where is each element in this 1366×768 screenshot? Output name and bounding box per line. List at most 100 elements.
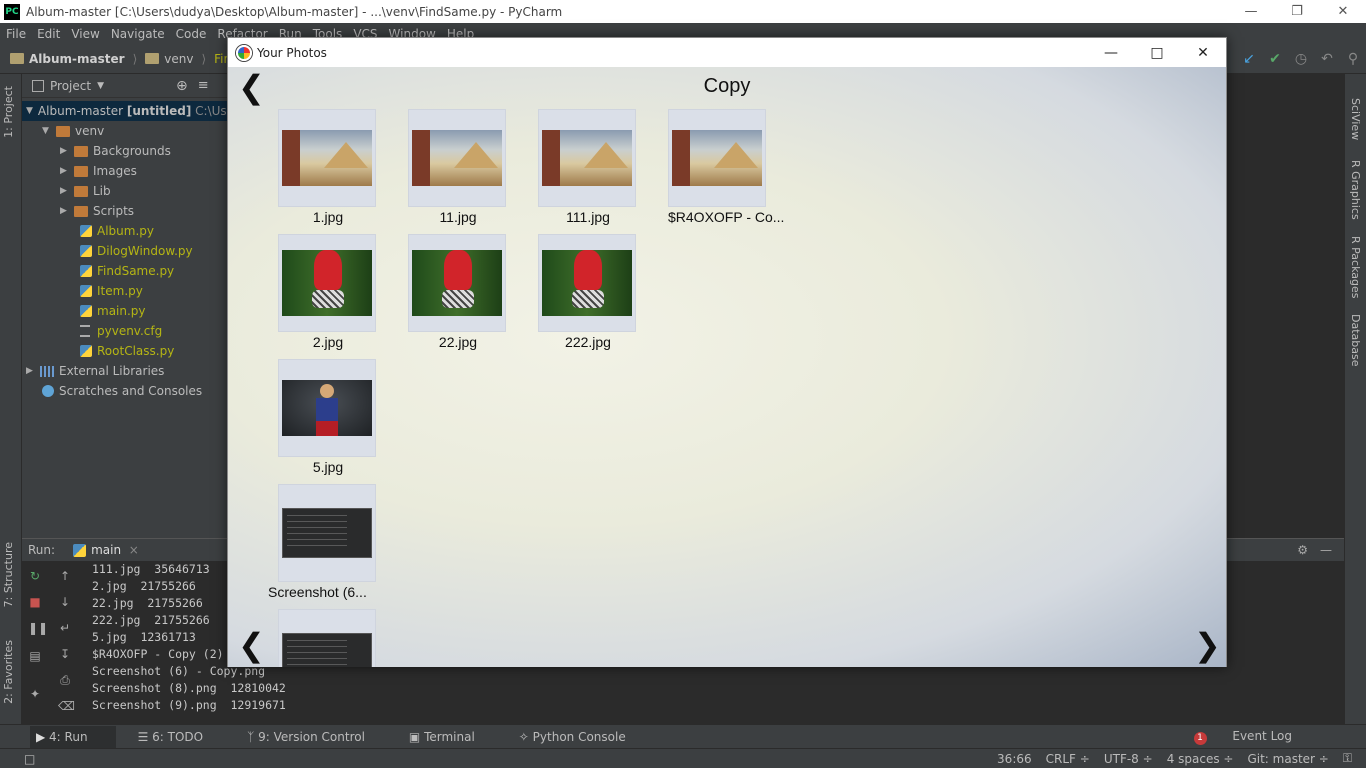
down-arrow-icon[interactable]: ↓ xyxy=(58,595,72,609)
photo-thumbnail[interactable] xyxy=(278,359,376,457)
photo-tile[interactable]: 22.jpg xyxy=(398,234,518,359)
tree-item-scripts[interactable]: ▶ Scripts xyxy=(22,201,227,221)
pause-icon[interactable]: ❚❚ xyxy=(28,621,48,635)
toggle-tool-windows-icon[interactable]: □ xyxy=(24,752,35,766)
tab-structure[interactable]: 7: Structure xyxy=(2,542,15,607)
photo-tile[interactable] xyxy=(268,609,388,667)
collapsed-arrow-icon[interactable]: ▶ xyxy=(60,146,74,156)
tab-todo[interactable]: ☰ 6: TODO xyxy=(138,730,226,744)
tab-favorites[interactable]: 2: Favorites xyxy=(2,640,15,704)
dialog-close-icon[interactable]: ✕ xyxy=(1180,38,1226,67)
previous-page-icon[interactable]: ❮ xyxy=(238,629,265,661)
breadcrumb-venv[interactable]: venv xyxy=(145,52,193,66)
vcs-commit-icon[interactable]: ✔ xyxy=(1262,51,1288,67)
expand-arrow-icon[interactable]: ▼ xyxy=(42,126,56,136)
tab-event-log[interactable]: 1 Event Log xyxy=(1193,729,1314,745)
scroll-to-end-icon[interactable]: ↧ xyxy=(58,647,72,661)
menu-edit[interactable]: Edit xyxy=(37,27,60,41)
tree-item-album-py[interactable]: Album.py xyxy=(22,221,227,241)
dialog-maximize-icon[interactable]: □ xyxy=(1134,38,1180,67)
breadcrumb-root[interactable]: Album-master xyxy=(10,52,125,66)
tree-item-images[interactable]: ▶ Images xyxy=(22,161,227,181)
tree-item-external-libraries[interactable]: ▶ External Libraries xyxy=(22,361,227,381)
restore-icon[interactable]: ❐ xyxy=(1274,0,1320,23)
tree-item-root[interactable]: ▼ Album-master [untitled] C:\Users xyxy=(22,101,245,121)
collapsed-arrow-icon[interactable]: ▶ xyxy=(60,166,74,176)
tab-database[interactable]: Database xyxy=(1349,314,1362,367)
trash-icon[interactable]: ⌫ xyxy=(58,699,75,713)
tree-item-rootclass-py[interactable]: RootClass.py xyxy=(22,341,227,361)
chevron-down-icon[interactable]: ▼ xyxy=(97,81,104,91)
tree-item-findsame-py[interactable]: FindSame.py xyxy=(22,261,227,281)
tab-r-graphics[interactable]: R Graphics xyxy=(1349,160,1362,220)
photo-thumbnail[interactable] xyxy=(278,484,376,582)
next-page-icon[interactable]: ❯ xyxy=(1194,629,1221,661)
tree-item-lib[interactable]: ▶ Lib xyxy=(22,181,227,201)
project-panel-header[interactable]: Project ▼ ⊕ ≡ xyxy=(22,74,227,98)
line-separator[interactable]: CRLF ÷ xyxy=(1046,752,1090,766)
git-branch[interactable]: Git: master ÷ xyxy=(1247,752,1328,766)
photo-thumbnail[interactable] xyxy=(278,609,376,667)
photo-tile[interactable]: 5.jpg xyxy=(268,359,388,484)
photo-thumbnail[interactable] xyxy=(538,109,636,207)
tab-version-control[interactable]: ᛉ 9: Version Control xyxy=(247,730,387,744)
photo-tile[interactable]: 222.jpg xyxy=(528,234,648,359)
lock-icon[interactable]: ⚿ xyxy=(1343,751,1352,766)
photo-thumbnail[interactable] xyxy=(408,234,506,332)
print-icon[interactable]: ⎙ xyxy=(58,673,72,687)
up-arrow-icon[interactable]: ↑ xyxy=(58,569,72,583)
dialog-minimize-icon[interactable]: — xyxy=(1088,38,1134,67)
tab-terminal[interactable]: ▣ Terminal xyxy=(409,730,497,744)
menu-file[interactable]: File xyxy=(6,27,26,41)
minimize-icon[interactable]: — xyxy=(1228,0,1274,23)
tree-item-main-py[interactable]: main.py xyxy=(22,301,227,321)
hide-panel-icon[interactable]: — xyxy=(1320,543,1332,557)
expand-arrow-icon[interactable]: ▼ xyxy=(26,106,33,116)
tree-item-scratches[interactable]: Scratches and Consoles xyxy=(22,381,227,401)
menu-navigate[interactable]: Navigate xyxy=(111,27,165,41)
tree-item-dilogwindow-py[interactable]: DilogWindow.py xyxy=(22,241,227,261)
settings-gear-icon[interactable]: ⚙ xyxy=(1297,543,1308,557)
vcs-update-icon[interactable]: ↙ xyxy=(1236,51,1262,67)
history-icon[interactable]: ◷ xyxy=(1288,51,1314,67)
stop-icon[interactable]: ■ xyxy=(28,595,42,609)
tree-item-pyvenv-cfg[interactable]: pyvenv.cfg xyxy=(22,321,227,341)
photo-tile[interactable]: $R4OXOFP - Co... xyxy=(658,109,784,234)
tree-item-venv[interactable]: ▼ venv xyxy=(22,121,227,141)
menu-view[interactable]: View xyxy=(71,27,99,41)
tab-sciview[interactable]: SciView xyxy=(1349,98,1362,140)
tab-python-console[interactable]: ✧ Python Console xyxy=(519,730,648,744)
caret-position[interactable]: 36:66 xyxy=(997,752,1032,766)
menu-code[interactable]: Code xyxy=(176,27,207,41)
indent-setting[interactable]: 4 spaces ÷ xyxy=(1167,752,1234,766)
photo-tile[interactable]: 2.jpg xyxy=(268,234,388,359)
photo-thumbnail[interactable] xyxy=(538,234,636,332)
photo-tile[interactable]: 111.jpg xyxy=(528,109,648,234)
photo-tile[interactable]: Screenshot (6... xyxy=(268,484,388,609)
collapsed-arrow-icon[interactable]: ▶ xyxy=(60,206,74,216)
photo-thumbnail[interactable] xyxy=(278,234,376,332)
soft-wrap-icon[interactable]: ↵ xyxy=(58,621,72,635)
layout-icon[interactable]: ▤ xyxy=(28,649,42,663)
close-tab-icon[interactable]: × xyxy=(129,543,139,557)
tree-item-backgrounds[interactable]: ▶ Backgrounds xyxy=(22,141,227,161)
run-tab-main[interactable]: main × xyxy=(73,543,139,557)
photo-thumbnail[interactable] xyxy=(278,109,376,207)
photo-thumbnail[interactable] xyxy=(408,109,506,207)
file-encoding[interactable]: UTF-8 ÷ xyxy=(1104,752,1153,766)
tab-project[interactable]: 1: Project xyxy=(2,86,15,138)
collapsed-arrow-icon[interactable]: ▶ xyxy=(60,186,74,196)
search-icon[interactable]: ⚲ xyxy=(1340,51,1366,67)
close-icon[interactable]: ✕ xyxy=(1320,0,1366,23)
collapsed-arrow-icon[interactable]: ▶ xyxy=(26,366,40,376)
collapse-icon[interactable]: ≡ xyxy=(198,78,209,93)
pin-icon[interactable]: ✦ xyxy=(28,687,42,701)
tab-r-packages[interactable]: R Packages xyxy=(1349,236,1362,298)
photo-tile[interactable]: 11.jpg xyxy=(398,109,518,234)
tree-item-item-py[interactable]: Item.py xyxy=(22,281,227,301)
revert-icon[interactable]: ↶ xyxy=(1314,51,1340,67)
rerun-icon[interactable]: ↻ xyxy=(28,569,42,583)
locate-icon[interactable]: ⊕ xyxy=(176,78,188,94)
photo-thumbnail[interactable] xyxy=(668,109,766,207)
tab-run[interactable]: ▶ 4: Run xyxy=(30,725,116,748)
